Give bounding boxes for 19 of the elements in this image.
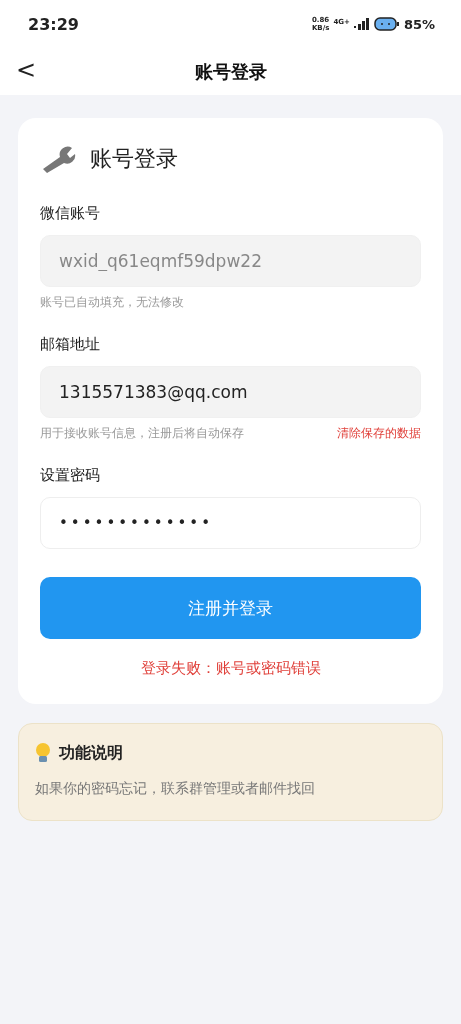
card-title: 账号登录 [90, 145, 178, 173]
field-label: 邮箱地址 [40, 335, 101, 354]
field-hint: 账号已自动填充，无法修改 [40, 294, 184, 311]
lightbulb-icon [35, 742, 51, 764]
page-title: 账号登录 [194, 59, 267, 84]
field-hint: 用于接收账号信息，注册后将自动保存 [40, 425, 244, 442]
input-field[interactable]: 1315571383@qq.com [40, 366, 421, 418]
error-message: 登录失败：账号或密码错误 [140, 659, 321, 678]
field-label: 设置密码 [40, 466, 101, 485]
input-field[interactable]: ••••••••••••• [40, 497, 421, 549]
signal-icon [353, 18, 370, 30]
info-title: 功能说明 [59, 742, 123, 764]
battery-icon [373, 17, 400, 31]
field-label: 微信账号 [40, 204, 101, 223]
status-time: 23:29 [28, 14, 79, 34]
info-text: 如果你的密码忘记，联系群管理或者邮件找回 [35, 780, 316, 798]
battery-percent: 85% [403, 16, 435, 32]
clear-data-link[interactable]: 清除保存的数据 [337, 425, 421, 442]
back-button[interactable]: < [12, 56, 41, 84]
